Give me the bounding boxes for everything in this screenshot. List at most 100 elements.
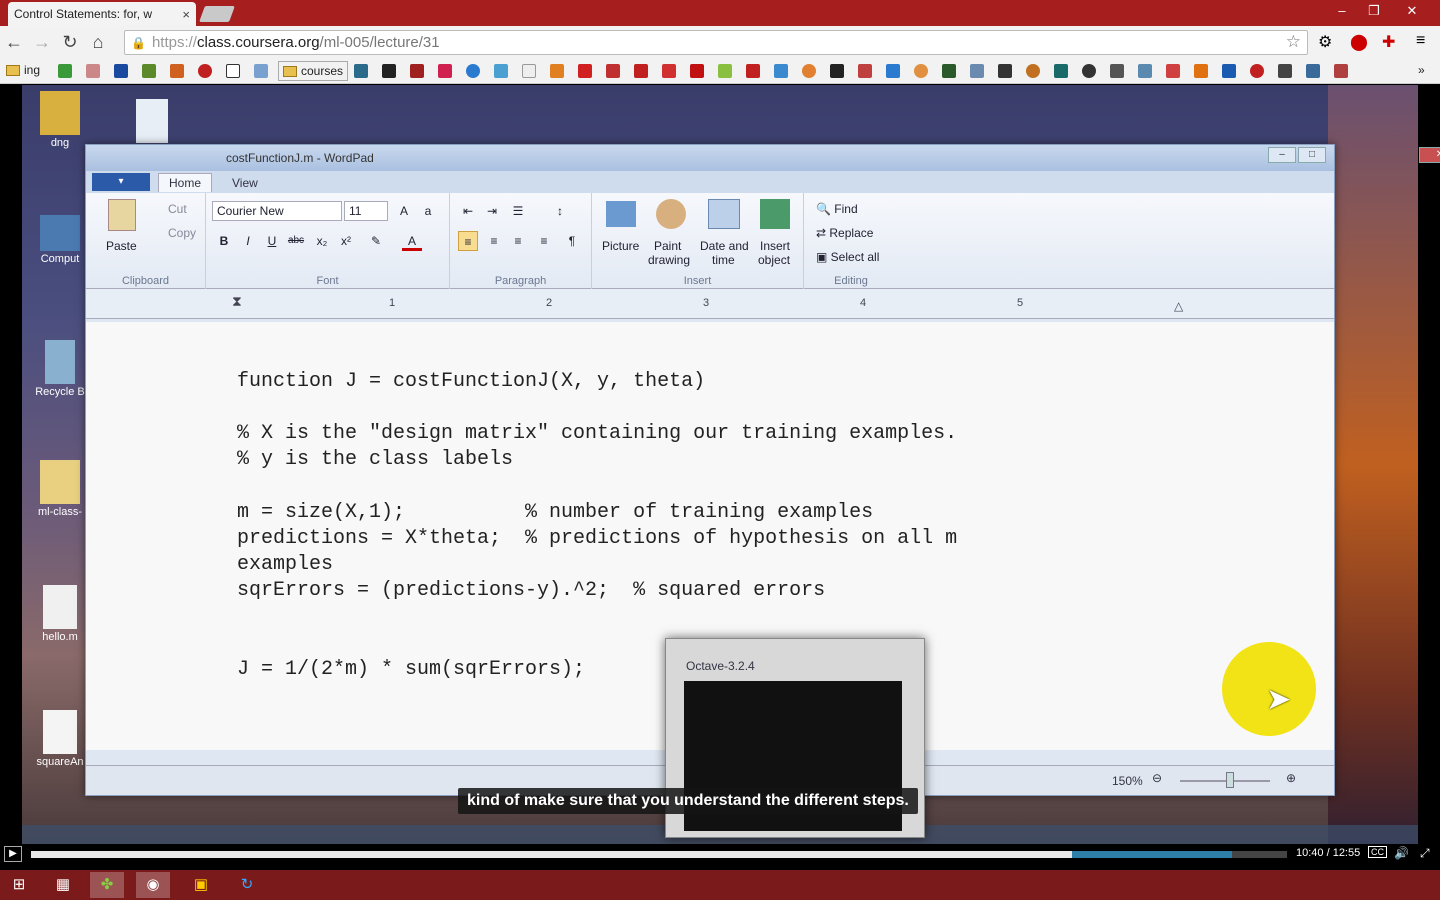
fullscreen-icon[interactable]: ⤢	[1420, 846, 1430, 861]
subscript-icon[interactable]: x₂	[312, 231, 332, 251]
minimize-icon[interactable]: –	[1268, 147, 1296, 163]
superscript-icon[interactable]: x²	[336, 231, 356, 251]
paint-label-1[interactable]: Paint	[654, 239, 681, 253]
bookmark-icon[interactable]	[1194, 64, 1208, 78]
bookmark-icon[interactable]	[774, 64, 788, 78]
clover-icon[interactable]: ✤	[90, 872, 124, 898]
settings-gear-icon[interactable]: ⚙	[1318, 32, 1332, 52]
font-color-icon[interactable]: A	[402, 231, 422, 251]
right-indent-marker-icon[interactable]: △	[1174, 299, 1183, 313]
bookmark-icon[interactable]	[1138, 64, 1152, 78]
browser-tab[interactable]: Control Statements: for, w ×	[8, 2, 196, 192]
tab-home[interactable]: Home	[158, 173, 213, 192]
bookmark-icon[interactable]	[690, 64, 704, 78]
zoom-in-icon[interactable]: ⊕	[1286, 771, 1296, 785]
bookmark-icon[interactable]	[578, 64, 592, 78]
paragraph-icon[interactable]: ¶	[562, 231, 582, 251]
reload-icon[interactable]: ↻	[56, 32, 84, 53]
bookmark-icon[interactable]	[226, 64, 240, 78]
bookmark-icon[interactable]	[802, 64, 816, 78]
menu-icon[interactable]: ≡	[1416, 32, 1425, 50]
bookmark-icon[interactable]	[1082, 64, 1096, 78]
sync-icon[interactable]: ↻	[230, 872, 264, 898]
paint-label-2[interactable]: drawing	[648, 253, 690, 267]
paste-button[interactable]: Paste	[106, 239, 137, 253]
bookmark-icon[interactable]	[1026, 64, 1040, 78]
tab-close-icon[interactable]: ×	[182, 7, 190, 22]
bookmark-icon[interactable]	[1222, 64, 1236, 78]
copy-button[interactable]: Copy	[168, 226, 196, 240]
progress-track[interactable]	[31, 851, 1287, 858]
bold-icon[interactable]: B	[214, 231, 234, 251]
bookmark-icon[interactable]	[438, 64, 452, 78]
bookmark-icon[interactable]	[550, 64, 564, 78]
italic-icon[interactable]: I	[238, 231, 258, 251]
zoom-slider[interactable]	[1180, 780, 1270, 782]
shrink-font-icon[interactable]: a	[418, 201, 438, 221]
bookmark-icon[interactable]	[886, 64, 900, 78]
new-tab-button[interactable]	[199, 6, 235, 22]
play-icon[interactable]: ▶	[4, 846, 22, 862]
indent-marker-icon[interactable]: ⧗	[232, 293, 242, 310]
bookmark-icon[interactable]	[1306, 64, 1320, 78]
date-label-2[interactable]: time	[712, 253, 735, 267]
bookmark-icon[interactable]	[198, 64, 212, 78]
underline-icon[interactable]: U	[262, 231, 282, 251]
increase-indent-icon[interactable]: ⇥	[482, 201, 502, 221]
app-icon[interactable]: ▣	[184, 872, 218, 898]
bookmark-icon[interactable]	[1334, 64, 1348, 78]
bookmark-icon[interactable]	[1278, 64, 1292, 78]
bookmark-icon[interactable]	[662, 64, 676, 78]
bookmark-icon[interactable]	[914, 64, 928, 78]
cut-button[interactable]: Cut	[168, 202, 187, 216]
picture-button[interactable]: Picture	[602, 239, 639, 253]
bookmark-icon[interactable]	[1166, 64, 1180, 78]
bookmark-icon[interactable]	[634, 64, 648, 78]
find-button[interactable]: 🔍 Find	[816, 202, 858, 216]
bookmark-icon[interactable]	[466, 64, 480, 78]
maximize-icon[interactable]: □	[1298, 147, 1326, 163]
font-family-select[interactable]: Courier New	[212, 201, 342, 221]
back-icon[interactable]: ←	[0, 32, 28, 53]
bookmark-icon[interactable]	[254, 64, 268, 78]
extension-icon[interactable]: ⬤	[1350, 32, 1368, 52]
bookmark-folder-ing[interactable]: ing	[6, 63, 40, 77]
bullets-icon[interactable]: ☰	[508, 201, 528, 221]
bookmark-icon[interactable]	[830, 64, 844, 78]
bookmark-icon[interactable]	[382, 64, 396, 78]
bookmark-icon[interactable]	[170, 64, 184, 78]
bookmark-icon[interactable]	[86, 64, 100, 78]
bookmark-icon[interactable]	[1054, 64, 1068, 78]
lecture-video[interactable]: dng Comput Recycle B ml-class- hello.m s…	[0, 85, 1440, 900]
chrome-icon[interactable]: ◉	[136, 872, 170, 898]
bookmark-icon[interactable]	[494, 64, 508, 78]
decrease-indent-icon[interactable]: ⇤	[458, 201, 478, 221]
zoom-out-icon[interactable]: ⊖	[1152, 771, 1162, 785]
bookmark-star-icon[interactable]: ☆	[1286, 32, 1301, 52]
close-window-icon[interactable]: ✕	[1390, 0, 1434, 22]
bookmark-icon[interactable]	[606, 64, 620, 78]
calculator-icon[interactable]: ▦	[46, 872, 80, 898]
bookmark-icon[interactable]	[718, 64, 732, 78]
grow-font-icon[interactable]: A	[394, 201, 414, 221]
picture-icon[interactable]	[606, 201, 636, 227]
zoom-slider-thumb[interactable]	[1226, 772, 1234, 788]
paint-icon[interactable]	[656, 199, 686, 229]
more-bookmarks-icon[interactable]: »	[1418, 63, 1425, 77]
object-label-2[interactable]: object	[758, 253, 790, 267]
restore-icon[interactable]: ❐	[1358, 0, 1390, 22]
bookmark-icon[interactable]	[1110, 64, 1124, 78]
bookmark-icon[interactable]	[410, 64, 424, 78]
forward-icon[interactable]: →	[28, 32, 56, 53]
justify-icon[interactable]: ≡	[534, 231, 554, 251]
line-spacing-icon[interactable]: ↕	[550, 201, 570, 221]
bookmark-icon[interactable]	[114, 64, 128, 78]
tab-view[interactable]: View	[222, 174, 268, 192]
date-label-1[interactable]: Date and	[700, 239, 749, 253]
bookmark-icon[interactable]	[522, 64, 536, 78]
bookmark-icon[interactable]	[858, 64, 872, 78]
bookmark-icon[interactable]	[970, 64, 984, 78]
bookmark-icon[interactable]	[58, 64, 72, 78]
bookmark-icon[interactable]	[998, 64, 1012, 78]
captions-icon[interactable]: CC	[1368, 846, 1387, 858]
